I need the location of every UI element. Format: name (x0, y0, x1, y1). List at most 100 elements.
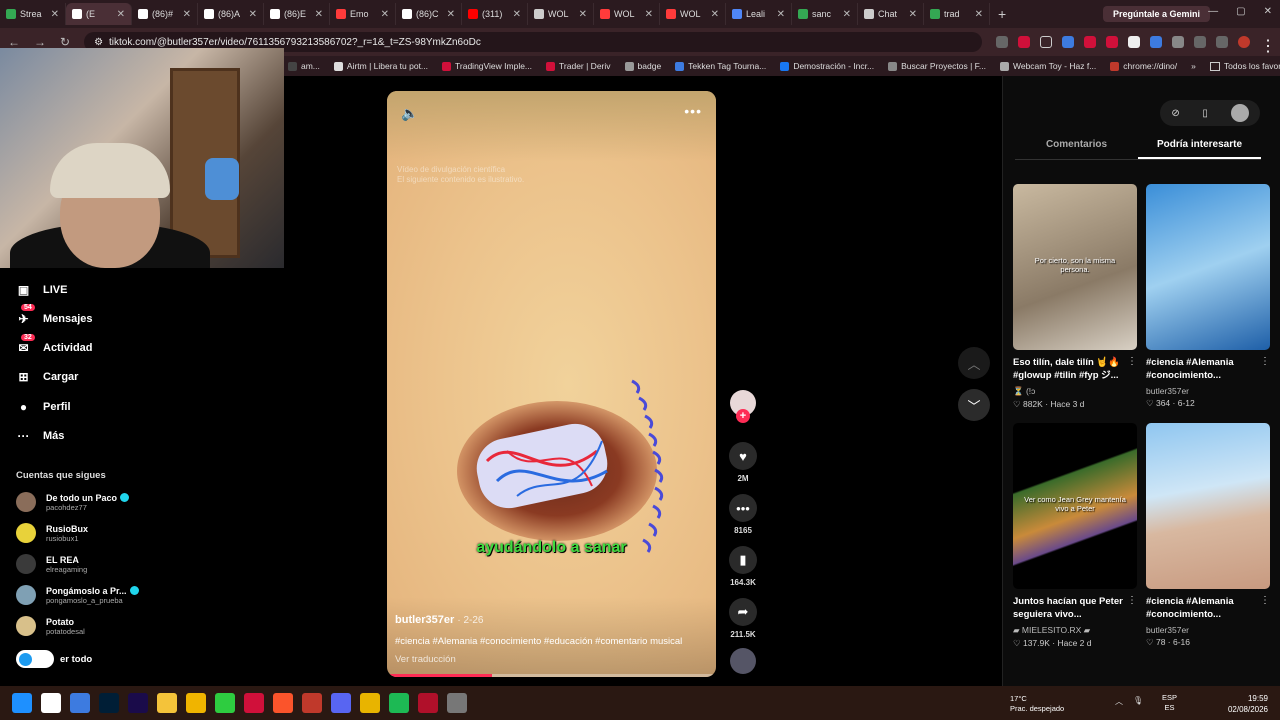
card-author[interactable]: ▰ MIELESITO.RX ▰ (1013, 625, 1137, 636)
card-title[interactable]: Juntos hacían que Peter seguiera vivo... (1013, 595, 1137, 623)
chevron-up-icon[interactable]: ︿ (1115, 696, 1123, 707)
browser-tab[interactable]: sanc ✕ (792, 3, 858, 25)
more-options-icon[interactable]: ••• (684, 103, 702, 119)
close-tab-icon[interactable]: ✕ (249, 9, 257, 20)
browser-tab[interactable]: (86)E ✕ (264, 3, 330, 25)
browser-tab[interactable]: Strea ✕ (0, 3, 66, 25)
taskbar-app-icon[interactable] (128, 693, 148, 713)
close-window-icon[interactable]: ✕ (1264, 6, 1272, 17)
avatar[interactable] (16, 492, 36, 512)
like-button[interactable]: ♥ 2M (724, 442, 762, 483)
avatar[interactable] (16, 554, 36, 574)
video-author[interactable]: butler357er · 2-26 (395, 614, 484, 626)
followed-account[interactable]: EL REA elreagaming (16, 554, 87, 574)
sidebar-item-más[interactable]: ··· Más (16, 429, 65, 444)
search-icon[interactable] (41, 693, 61, 713)
forward-icon[interactable]: → (34, 35, 46, 49)
extension-icon[interactable] (1062, 36, 1074, 48)
tab-comments[interactable]: Comentarios (1015, 134, 1138, 159)
taskbar-app-icon[interactable] (360, 693, 380, 713)
recommended-video-card[interactable]: Ver como Jean Grey mantenía vivo a Peter… (1013, 423, 1137, 649)
close-tab-icon[interactable]: ✕ (579, 9, 587, 20)
browser-tab[interactable]: (86)# ✕ (132, 3, 198, 25)
sound-avatar-button[interactable] (724, 648, 762, 674)
site-info-icon[interactable]: ⚙ (94, 37, 103, 48)
taskbar-app-icon[interactable] (389, 693, 409, 713)
profile-avatar[interactable] (1238, 36, 1250, 48)
card-author[interactable]: butler357er (1146, 386, 1270, 396)
browser-tab[interactable]: Chat ✕ (858, 3, 924, 25)
heart-icon[interactable]: ♥ (729, 442, 757, 470)
taskbar-app-icon[interactable] (447, 693, 467, 713)
bookmark-icon[interactable]: ▮ (729, 546, 757, 574)
browser-tab[interactable]: Leali ✕ (726, 3, 792, 25)
sidebar-item-mensajes[interactable]: ✈ 54 Mensajes (16, 304, 93, 326)
card-more-icon[interactable]: ⋮ (1260, 356, 1270, 367)
bookmarks-overflow[interactable]: » (1191, 61, 1196, 71)
taskbar-app-icon[interactable] (157, 693, 177, 713)
tab-recommended[interactable]: Podría interesarte (1138, 134, 1261, 159)
compass-icon[interactable]: ⊘ (1171, 108, 1179, 119)
taskbar-app-icon[interactable] (70, 693, 90, 713)
sound-avatar[interactable] (730, 648, 756, 674)
extension-icon[interactable] (1018, 36, 1030, 48)
comment-button[interactable]: ••• 8165 (724, 494, 762, 535)
followed-account[interactable]: De todo un Paco pacohdez77 (16, 492, 130, 512)
followed-account[interactable]: Potato potatodesal (16, 616, 85, 636)
toggle-pill[interactable] (16, 650, 54, 668)
extension-icon[interactable] (1128, 36, 1140, 48)
translate-link[interactable]: Ver traducción (395, 654, 456, 665)
taskbar-app-icon[interactable] (331, 693, 351, 713)
taskbar-app-icon[interactable] (99, 693, 119, 713)
reload-icon[interactable]: ↻ (60, 35, 70, 49)
video-hashtags[interactable]: #ciencia #Alemania #conocimiento #educac… (395, 636, 682, 647)
clock[interactable]: 19:59 02/08/2026 (1228, 693, 1268, 715)
puzzle-icon[interactable] (1194, 36, 1206, 48)
close-tab-icon[interactable]: ✕ (513, 9, 521, 20)
bookmark-item[interactable]: chrome://dino/ (1110, 61, 1177, 71)
bookmark-item[interactable]: TradingView Imple... (442, 61, 532, 71)
browser-tab[interactable]: (E ✕ (66, 3, 132, 25)
menu-dots-icon[interactable]: ⋮ (1260, 36, 1276, 55)
maximize-icon[interactable]: ▢ (1236, 6, 1245, 17)
close-tab-icon[interactable]: ✕ (447, 9, 455, 20)
all-favorites[interactable]: Todos los favoritos (1209, 61, 1280, 71)
gemini-button[interactable]: Pregúntale a Gemini (1102, 6, 1210, 22)
bookmark-item[interactable]: Webcam Toy - Haz f... (999, 61, 1096, 71)
bookmark-item[interactable]: Tekken Tag Tourna... (675, 61, 766, 71)
close-tab-icon[interactable]: ✕ (711, 9, 719, 20)
card-title[interactable]: #ciencia #Alemania #conocimiento... (1146, 356, 1270, 384)
video-progress-bar[interactable] (387, 674, 716, 677)
card-title[interactable]: Eso tilín, dale tilín 🤘🔥 #glowup #tilin … (1013, 356, 1137, 384)
windows-start-icon[interactable] (12, 693, 32, 713)
new-tab-button[interactable]: + (990, 6, 1014, 22)
avatar[interactable] (1230, 104, 1249, 122)
card-more-icon[interactable]: ⋮ (1127, 595, 1137, 606)
bookmark-item[interactable]: Airtm | Libera tu pot... (333, 61, 428, 71)
creator-avatar-button[interactable]: + (724, 390, 762, 423)
star-icon[interactable] (1040, 36, 1052, 48)
translate-icon[interactable] (996, 36, 1008, 48)
video-thumbnail[interactable]: Ver como Jean Grey mantenía vivo a Peter (1013, 423, 1137, 589)
browser-tab[interactable]: WOL ✕ (594, 3, 660, 25)
taskbar-app-icon[interactable] (418, 693, 438, 713)
taskbar-app-icon[interactable] (186, 693, 206, 713)
recommended-video-card[interactable]: Por cierto, son la misma persona. ⋮ Eso ti… (1013, 184, 1137, 410)
close-tab-icon[interactable]: ✕ (909, 9, 917, 20)
avatar[interactable]: + (730, 390, 756, 423)
bookmark-item[interactable]: am... (288, 61, 320, 71)
sidebar-item-actividad[interactable]: ✉ 32 Actividad (16, 333, 93, 356)
close-tab-icon[interactable]: ✕ (315, 9, 323, 20)
previous-video-button[interactable]: ︿ (958, 347, 990, 379)
weather-widget[interactable]: 17°C Prac. despejado (1010, 694, 1064, 714)
bookmark-item[interactable]: Buscar Proyectos | F... (888, 61, 986, 71)
avatar[interactable] (16, 523, 36, 543)
video-player[interactable]: 🔈 ••• Vídeo de divulgación científica El… (387, 91, 716, 677)
bookmark-item[interactable]: Trader | Deriv (546, 61, 611, 71)
language-indicator[interactable]: ESP ES (1162, 693, 1177, 713)
close-tab-icon[interactable]: ✕ (777, 9, 785, 20)
bookmark-item[interactable]: Demostración - Incr... (780, 61, 874, 71)
phone-icon[interactable]: ▯ (1202, 108, 1208, 119)
next-video-button[interactable]: ﹀ (958, 389, 990, 421)
sidebar-item-perfil[interactable]: ● Perfil (16, 399, 71, 414)
